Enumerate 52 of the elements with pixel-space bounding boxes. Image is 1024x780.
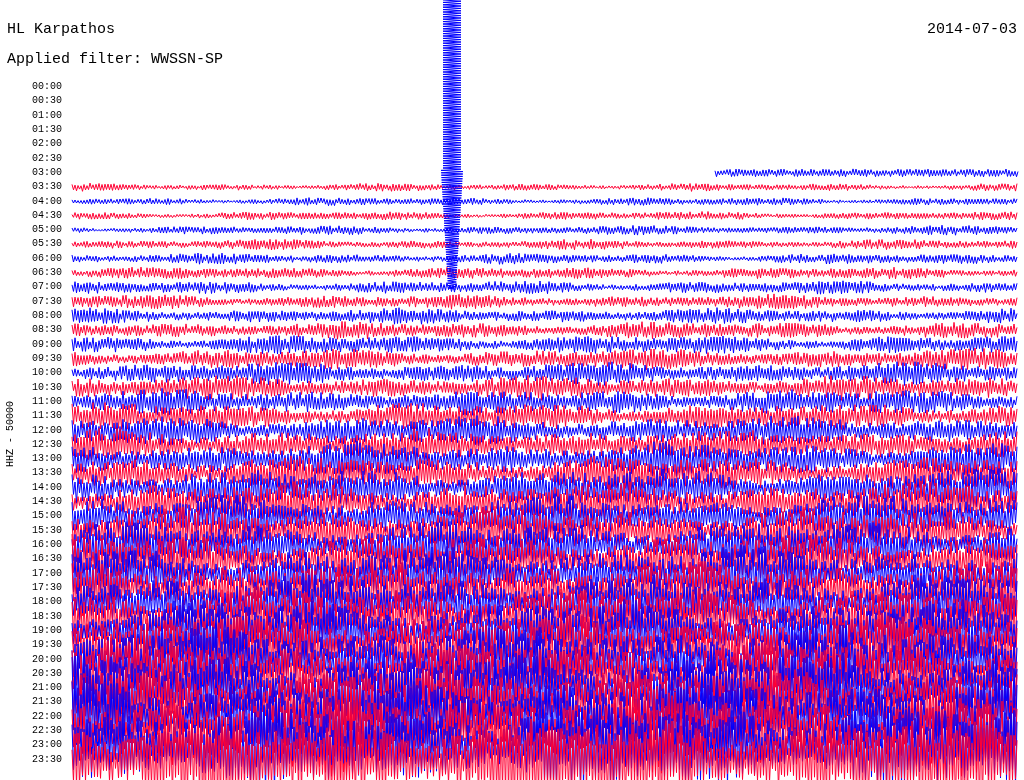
time-label: 09:30 <box>32 351 62 366</box>
time-label: 16:30 <box>32 552 62 567</box>
time-label: 20:30 <box>32 666 62 681</box>
time-label: 16:00 <box>32 538 62 552</box>
time-label: 01:30 <box>32 122 62 137</box>
time-label: 00:00 <box>32 80 62 94</box>
time-label: 18:00 <box>32 595 62 610</box>
time-label: 14:30 <box>32 495 62 510</box>
time-label: 04:00 <box>32 194 62 209</box>
time-label: 12:30 <box>32 437 62 452</box>
time-label: 15:30 <box>32 523 62 538</box>
time-label: 05:30 <box>32 237 62 252</box>
time-label: 01:00 <box>32 108 62 123</box>
time-label: 11:30 <box>32 409 62 424</box>
axis-label: HHZ - 50000 <box>5 400 17 467</box>
time-label: 13:00 <box>32 452 62 467</box>
time-label: 22:30 <box>32 724 62 739</box>
time-label: 09:00 <box>32 337 62 352</box>
time-label: 06:30 <box>32 266 62 281</box>
time-label: 03:00 <box>32 165 62 180</box>
time-label: 10:00 <box>32 366 62 381</box>
time-label: 23:00 <box>32 738 62 753</box>
time-label: 11:00 <box>32 394 62 409</box>
time-label: 02:30 <box>32 151 62 166</box>
time-label: 13:30 <box>32 466 62 481</box>
time-label: 07:00 <box>32 280 62 295</box>
station-title: HL Karpathos <box>7 20 116 40</box>
time-label: 18:30 <box>32 609 62 624</box>
time-label: 15:00 <box>32 509 62 524</box>
filter-label: Applied filter: WWSSN-SP <box>7 50 224 70</box>
time-label: 08:00 <box>32 309 62 323</box>
time-label: 00:30 <box>32 94 62 109</box>
time-label: 19:00 <box>32 623 62 638</box>
time-label: 12:00 <box>32 423 62 438</box>
time-label: 22:00 <box>32 709 62 724</box>
time-label: 07:30 <box>32 294 62 309</box>
time-label: 02:00 <box>32 137 62 152</box>
time-label: 17:30 <box>32 580 62 595</box>
time-label: 20:00 <box>32 652 62 667</box>
time-label: 21:30 <box>32 695 62 710</box>
time-label: 08:30 <box>32 323 62 338</box>
time-label: 05:00 <box>32 223 62 238</box>
time-label: 10:30 <box>32 380 62 395</box>
time-label: 21:00 <box>32 681 62 696</box>
time-label: 23:30 <box>32 752 62 767</box>
time-label: 06:00 <box>32 251 62 266</box>
time-label: 19:30 <box>32 638 62 653</box>
time-label: 04:30 <box>32 208 62 223</box>
time-label: 17:00 <box>32 566 62 581</box>
time-label: 14:00 <box>32 480 62 495</box>
time-label: 03:30 <box>32 180 62 195</box>
date-label: 2014-07-03 <box>927 20 1017 40</box>
